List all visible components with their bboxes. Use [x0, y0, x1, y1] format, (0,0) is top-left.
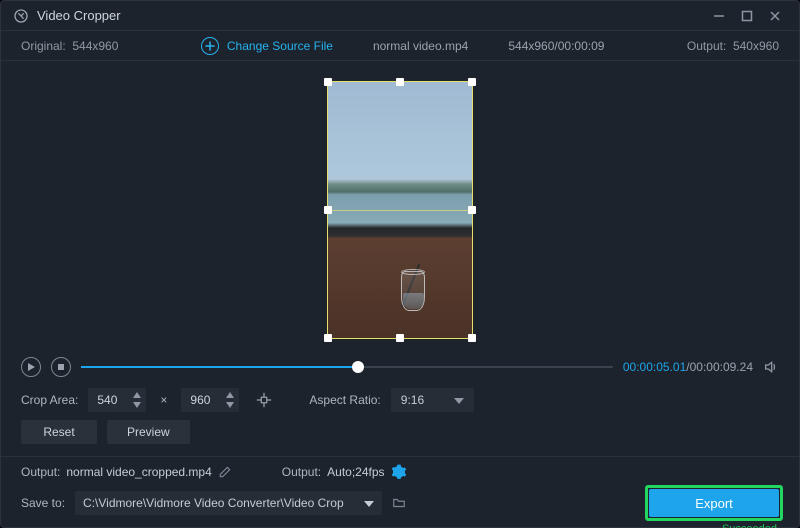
original-label-text: Original: — [21, 39, 66, 53]
crop-width-value: 540 — [97, 393, 129, 407]
crop-width-up[interactable] — [131, 390, 143, 400]
aspect-ratio-value: 9:16 — [401, 393, 424, 407]
chevron-down-icon — [364, 496, 374, 510]
stop-button[interactable] — [51, 357, 71, 377]
output-settings-label: Output: — [282, 465, 321, 479]
app-title: Video Cropper — [37, 8, 121, 23]
multiply-sign: × — [156, 393, 171, 407]
app-window: Video Cropper Original: 544x960 Change S… — [0, 0, 800, 528]
export-button[interactable]: Export — [649, 489, 779, 517]
file-meta: 544x960/00:00:09 — [508, 39, 604, 53]
status-succeeded: Succeeded — [722, 523, 777, 528]
output-label-text: Output: — [687, 39, 726, 53]
chevron-down-icon — [454, 393, 464, 407]
original-size-label: Original: 544x960 — [21, 39, 118, 53]
crop-width-input[interactable]: 540 — [88, 388, 146, 412]
timeline-knob[interactable] — [352, 361, 364, 373]
crop-height-down[interactable] — [224, 400, 236, 410]
video-thumbnail — [327, 81, 473, 339]
gear-icon[interactable] — [391, 464, 407, 480]
save-to-label: Save to: — [21, 496, 65, 510]
current-time: 00:00:05.01 — [623, 360, 686, 374]
play-button[interactable] — [21, 357, 41, 377]
crop-controls: Crop Area: 540 × 960 Aspect Ratio: — [1, 380, 799, 420]
thumbnail-glass — [397, 263, 431, 319]
crop-area-label: Crop Area: — [21, 393, 78, 407]
export-wrap: Export Succeeded — [649, 489, 779, 517]
save-path-select[interactable]: C:\Vidmore\Vidmore Video Converter\Video… — [75, 491, 382, 515]
change-source-label: Change Source File — [227, 39, 333, 53]
aspect-ratio-label: Aspect Ratio: — [309, 393, 380, 407]
output-size-label: Output: 540x960 — [687, 39, 779, 53]
timeline-fill — [81, 366, 358, 368]
reset-button[interactable]: Reset — [21, 420, 97, 444]
timeline-slider[interactable] — [81, 357, 613, 377]
original-size-value: 544x960 — [72, 39, 118, 53]
total-time: 00:00:09.24 — [690, 360, 753, 374]
file-name: normal video.mp4 — [373, 39, 468, 53]
preview-button[interactable]: Preview — [107, 420, 190, 444]
center-crop-button[interactable] — [249, 388, 279, 412]
title-bar: Video Cropper — [1, 1, 799, 31]
timecode: 00:00:05.01/00:00:09.24 — [623, 360, 753, 374]
app-logo-icon — [13, 8, 29, 24]
video-frame[interactable] — [327, 81, 473, 339]
save-path-value: C:\Vidmore\Vidmore Video Converter\Video… — [83, 496, 344, 510]
aspect-ratio-select[interactable]: 9:16 — [391, 388, 474, 412]
action-buttons: Reset Preview — [1, 420, 799, 456]
minimize-button[interactable] — [705, 2, 733, 30]
plus-circle-icon — [201, 37, 219, 55]
output-file-label: Output: — [21, 465, 60, 479]
crop-width-down[interactable] — [131, 400, 143, 410]
output-settings-value: Auto;24fps — [327, 465, 384, 479]
volume-button[interactable] — [763, 359, 779, 375]
crop-height-value: 960 — [190, 393, 222, 407]
save-row: Save to: C:\Vidmore\Vidmore Video Conver… — [1, 487, 799, 527]
change-source-button[interactable]: Change Source File — [201, 37, 333, 55]
playback-bar: 00:00:05.01/00:00:09.24 — [1, 354, 799, 380]
preview-area — [1, 61, 799, 354]
output-size-value: 540x960 — [733, 39, 779, 53]
output-file-name: normal video_cropped.mp4 — [66, 465, 211, 479]
edit-icon[interactable] — [218, 465, 232, 479]
info-bar: Original: 544x960 Change Source File nor… — [1, 31, 799, 61]
crop-height-input[interactable]: 960 — [181, 388, 239, 412]
close-button[interactable] — [761, 2, 789, 30]
output-row: Output: normal video_cropped.mp4 Output:… — [1, 457, 799, 487]
open-folder-button[interactable] — [392, 496, 406, 510]
crop-height-up[interactable] — [224, 390, 236, 400]
maximize-button[interactable] — [733, 2, 761, 30]
